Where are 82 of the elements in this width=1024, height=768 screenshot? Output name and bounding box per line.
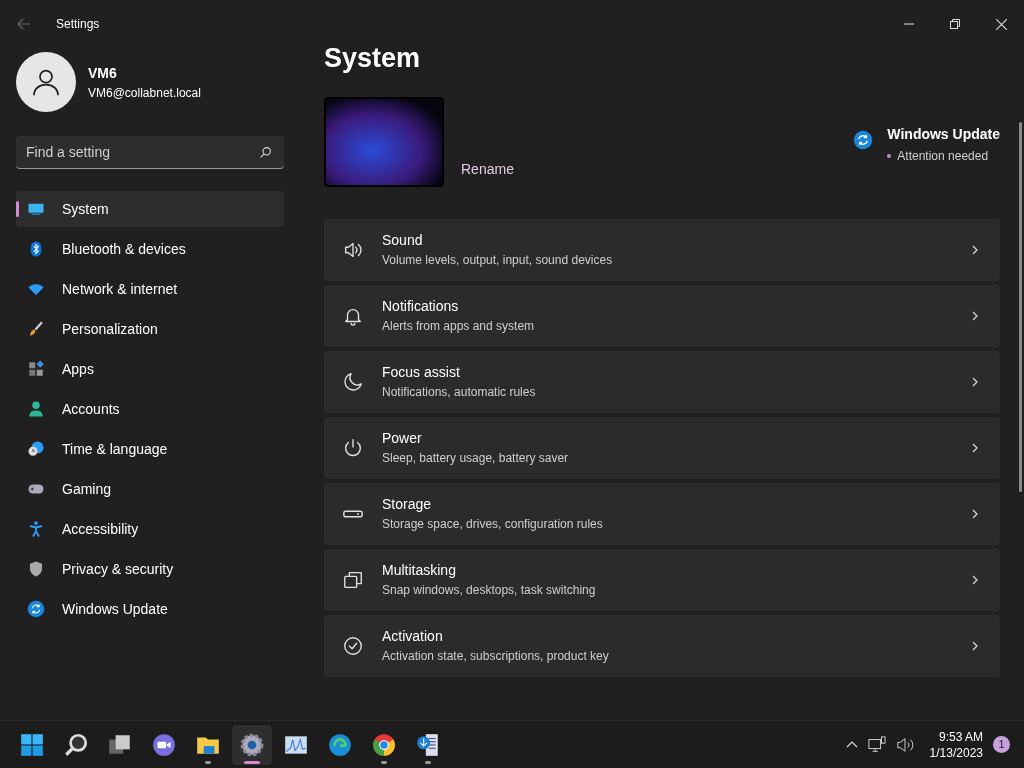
- running-indicator: [381, 760, 387, 764]
- close-icon: [995, 18, 1007, 30]
- settings-card[interactable]: Focus assist Notifications, automatic rules: [324, 350, 1000, 413]
- nav-item[interactable]: Network & internet: [16, 271, 284, 307]
- chevron-right-icon: [970, 244, 980, 255]
- chevron-right-icon: [970, 508, 980, 519]
- avatar-icon: [16, 52, 76, 112]
- nav-item[interactable]: Bluetooth & devices: [16, 231, 284, 267]
- nav-item[interactable]: Apps: [16, 351, 284, 387]
- windows-logo-icon: [19, 731, 45, 758]
- speaker-icon[interactable]: [895, 735, 914, 754]
- card-subtitle: Snap windows, desktops, task switching: [382, 582, 597, 599]
- window-title: Settings: [56, 16, 100, 33]
- notification-badge[interactable]: 1: [993, 736, 1010, 753]
- card-title: Focus assist: [382, 363, 461, 382]
- clock-globe-icon: [27, 440, 45, 458]
- card-title: Storage: [382, 495, 433, 514]
- scrollbar[interactable]: [1019, 122, 1022, 492]
- video-chat-icon: [151, 731, 177, 758]
- browser-logo-icon: [371, 731, 397, 758]
- network-icon[interactable]: [867, 735, 886, 754]
- account-email: VM6@collabnet.local: [88, 84, 201, 102]
- card-subtitle: Storage space, drives, configuration rules: [382, 516, 604, 533]
- card-subtitle: Alerts from apps and system: [382, 318, 536, 335]
- clock[interactable]: 9:53 AM 1/13/2023: [929, 728, 983, 761]
- settings-card[interactable]: Multitasking Snap windows, desktops, task switching: [324, 548, 1000, 611]
- check-circle-icon: [342, 634, 364, 657]
- shield-icon: [27, 560, 45, 578]
- back-arrow-icon: [16, 16, 32, 32]
- apps-icon: [27, 360, 45, 378]
- settings-card[interactable]: Notifications Alerts from apps and system: [324, 284, 1000, 347]
- card-title: Sound: [382, 231, 424, 250]
- selection-indicator: [16, 201, 19, 217]
- search-icon: [259, 146, 272, 159]
- gear-icon: [239, 731, 265, 758]
- nav-item[interactable]: Accounts: [16, 391, 284, 427]
- search-field[interactable]: Find a setting: [16, 136, 284, 169]
- restore-icon: [950, 19, 960, 29]
- running-indicator: [425, 760, 431, 764]
- nav-item[interactable]: Windows Update: [16, 591, 284, 627]
- page-title: System: [324, 42, 422, 75]
- card-subtitle: Sleep, battery usage, battery saver: [382, 450, 570, 467]
- settings-card[interactable]: Activation Activation state, subscriptions, product key: [324, 614, 1000, 677]
- nav-item[interactable]: Gaming: [16, 471, 284, 507]
- settings-card[interactable]: Sound Volume levels, output, input, sound devices: [324, 218, 1000, 281]
- chevron-right-icon: [970, 574, 980, 585]
- card-title: Activation: [382, 627, 444, 646]
- chevron-right-icon: [970, 310, 980, 321]
- nav-item[interactable]: Time & language: [16, 431, 284, 467]
- update-title: Windows Update: [887, 124, 1000, 144]
- card-title: Notifications: [382, 297, 460, 316]
- card-title: Power: [382, 429, 423, 448]
- wave-logo-icon: [327, 731, 353, 758]
- back-button[interactable]: [16, 16, 32, 32]
- card-subtitle: Volume levels, output, input, sound devices: [382, 252, 614, 269]
- installer-icon: [415, 731, 441, 758]
- sync-icon: [27, 600, 45, 618]
- rename-link[interactable]: Rename: [461, 158, 514, 180]
- paintbrush-icon: [27, 320, 45, 338]
- card-subtitle: Notifications, automatic rules: [382, 384, 537, 401]
- sync-icon: [853, 129, 874, 150]
- nav-item[interactable]: Privacy & security: [16, 551, 284, 587]
- accessibility-icon: [27, 520, 45, 538]
- taskbar-button[interactable]: [232, 724, 272, 765]
- running-indicator: [244, 760, 260, 764]
- account-name: VM6: [88, 63, 118, 83]
- running-indicator: [205, 760, 211, 764]
- search-icon: [63, 731, 89, 758]
- power-icon: [342, 436, 364, 459]
- card-subtitle: Activation state, subscriptions, product key: [382, 648, 610, 665]
- chevron-right-icon: [970, 442, 980, 453]
- nav-item[interactable]: System: [16, 191, 284, 227]
- nav-item[interactable]: Personalization: [16, 311, 284, 347]
- chevron-right-icon: [970, 640, 980, 651]
- person-icon: [27, 400, 45, 418]
- settings-card[interactable]: Storage Storage space, drives, configuration rules: [324, 482, 1000, 545]
- chevron-right-icon: [970, 376, 980, 387]
- update-status: Attention needed: [897, 147, 989, 165]
- nav-item[interactable]: Accessibility: [16, 511, 284, 547]
- card-title: Multitasking: [382, 561, 457, 580]
- moon-icon: [342, 370, 364, 393]
- settings-card[interactable]: Power Sleep, battery usage, battery saver: [324, 416, 1000, 479]
